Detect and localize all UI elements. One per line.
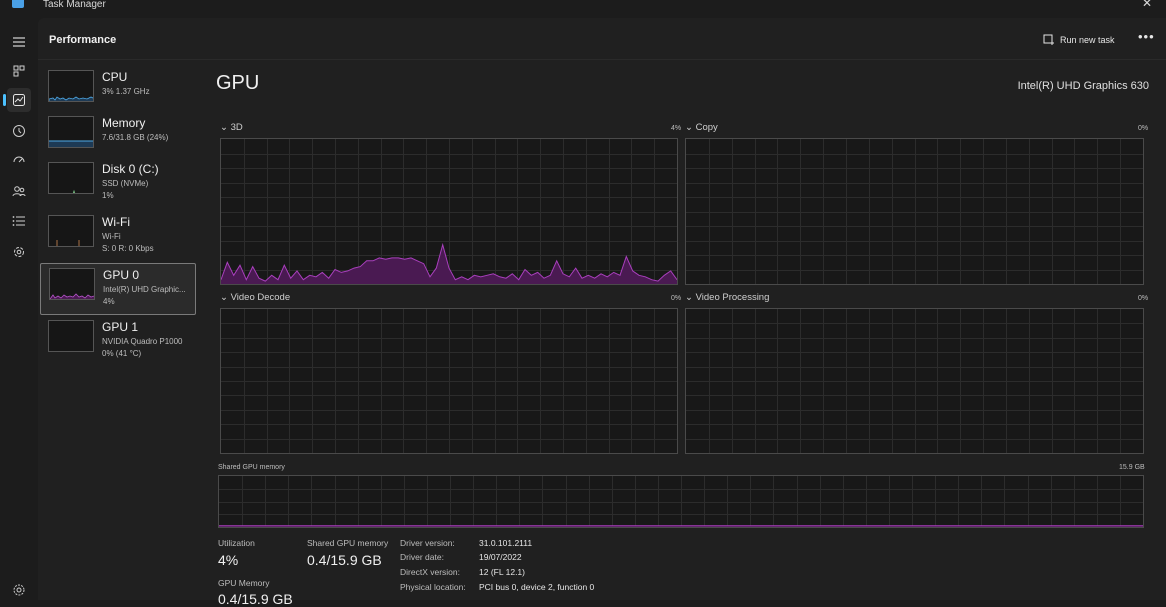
device-item-gpu1[interactable]: GPU 1 NVIDIA Quadro P1000 0% (41 °C)	[40, 316, 196, 368]
engine-selector-copy[interactable]: ⌄ Copy	[685, 122, 718, 133]
graph-video-decode	[220, 308, 678, 454]
device-detail-2: 4%	[103, 297, 115, 306]
wifi-thumbnail-graph	[48, 215, 94, 247]
graph-3d	[220, 138, 678, 285]
device-name: GPU 0	[103, 268, 140, 282]
run-task-icon	[1043, 34, 1054, 45]
page-header: Performance Run new task •••	[38, 18, 1166, 60]
detail-value: 12 (FL 12.1)	[479, 567, 525, 577]
engine-selector-3d[interactable]: ⌄ 3D	[220, 122, 243, 133]
details-icon[interactable]	[7, 209, 31, 233]
title-bar: Task Manager ✕	[0, 0, 1166, 18]
shared-memory-graph-max: 15.9 GB	[1119, 464, 1145, 471]
startup-apps-icon[interactable]	[7, 148, 31, 172]
main-panel: Performance Run new task ••• CPU 3% 1.37…	[38, 18, 1166, 607]
settings-gear-icon[interactable]	[7, 578, 31, 602]
graph-3d-svg	[221, 139, 677, 284]
device-item-wifi[interactable]: Wi-Fi Wi-Fi S: 0 R: 0 Kbps	[40, 211, 196, 263]
detail-key: Physical location:	[400, 582, 466, 592]
device-detail-2: 0% (41 °C)	[102, 349, 142, 358]
device-detail: SSD (NVMe)	[102, 179, 149, 188]
run-new-task-button[interactable]: Run new task	[1043, 31, 1115, 49]
gpu-memory-label: GPU Memory	[218, 578, 270, 588]
graph-video-decode-svg	[221, 309, 677, 453]
gpu-detail-pane: GPU Intel(R) UHD Graphics 630 ⌄ 3D 4% ⌄ …	[216, 60, 1166, 607]
chevron-down-icon: ⌄	[220, 122, 228, 133]
device-detail: Wi-Fi	[102, 232, 121, 241]
chevron-down-icon: ⌄	[685, 122, 693, 133]
users-icon[interactable]	[7, 179, 31, 203]
graph-shared-memory	[218, 475, 1144, 528]
graph-copy-svg	[686, 139, 1143, 284]
gpu-model-name: Intel(R) UHD Graphics 630	[1017, 80, 1149, 92]
device-item-gpu0[interactable]: GPU 0 Intel(R) UHD Graphic... 4%	[40, 263, 196, 315]
engine-label: Video Processing	[695, 292, 770, 303]
chevron-down-icon: ⌄	[685, 292, 693, 303]
shared-memory-value: 0.4/15.9 GB	[307, 552, 382, 568]
services-icon[interactable]	[7, 240, 31, 264]
engine-percent: 0%	[1138, 295, 1149, 302]
run-new-task-label: Run new task	[1060, 35, 1115, 45]
device-name: GPU 1	[102, 320, 139, 334]
graph-copy	[685, 138, 1144, 285]
page-title: Performance	[49, 34, 117, 46]
graph-video-processing-svg	[686, 309, 1143, 453]
gpu0-thumbnail-graph	[49, 268, 95, 300]
shared-memory-graph-label: Shared GPU memory	[218, 464, 285, 471]
memory-thumbnail-graph	[48, 116, 94, 148]
close-icon[interactable]: ✕	[1142, 0, 1152, 10]
device-item-disk0[interactable]: Disk 0 (C:) SSD (NVMe) 1%	[40, 158, 196, 210]
engine-label: Copy	[695, 122, 718, 133]
device-name: Wi-Fi	[102, 215, 130, 229]
engine-label: Video Decode	[230, 292, 291, 303]
utilization-label: Utilization	[218, 538, 255, 548]
detail-key: Driver version:	[400, 538, 455, 548]
device-detail-2: 1%	[102, 191, 114, 200]
engine-label: 3D	[230, 122, 243, 133]
processes-icon[interactable]	[7, 59, 31, 83]
device-name: Disk 0 (C:)	[102, 162, 159, 176]
device-detail: 7.6/31.8 GB (24%)	[102, 133, 169, 142]
window-title: Task Manager	[43, 0, 106, 10]
nav-rail	[0, 18, 38, 600]
graph-shared-memory-svg	[219, 476, 1143, 527]
device-name: Memory	[102, 116, 146, 130]
task-manager-icon	[12, 0, 24, 8]
device-item-cpu[interactable]: CPU 3% 1.37 GHz	[40, 66, 196, 118]
device-item-memory[interactable]: Memory 7.6/31.8 GB (24%)	[40, 112, 196, 164]
disk-thumbnail-graph	[48, 162, 94, 194]
cpu-thumbnail-graph	[48, 70, 94, 102]
shared-memory-label: Shared GPU memory	[307, 538, 389, 548]
gpu-memory-value: 0.4/15.9 GB	[218, 591, 293, 607]
engine-percent: 0%	[1138, 125, 1149, 132]
detail-key: Driver date:	[400, 552, 444, 562]
gpu1-thumbnail-graph	[48, 320, 94, 352]
detail-key: DirectX version:	[400, 567, 460, 577]
engine-percent: 4%	[671, 125, 682, 132]
chevron-down-icon: ⌄	[220, 292, 228, 303]
device-detail-2: S: 0 R: 0 Kbps	[102, 244, 154, 253]
device-detail: Intel(R) UHD Graphic...	[103, 285, 186, 294]
engine-selector-video-processing[interactable]: ⌄ Video Processing	[685, 292, 769, 303]
graph-video-processing	[685, 308, 1144, 454]
engine-selector-video-decode[interactable]: ⌄ Video Decode	[220, 292, 290, 303]
utilization-value: 4%	[218, 552, 239, 568]
engine-percent: 0%	[671, 295, 682, 302]
more-options-icon[interactable]: •••	[1138, 29, 1155, 44]
hamburger-menu-icon[interactable]	[7, 30, 31, 54]
device-name: CPU	[102, 70, 128, 84]
detail-value: PCI bus 0, device 2, function 0	[479, 582, 595, 592]
app-history-icon[interactable]	[7, 119, 31, 143]
device-detail: NVIDIA Quadro P1000	[102, 337, 183, 346]
detail-value: 31.0.101.2111	[479, 538, 533, 548]
detail-value: 19/07/2022	[479, 552, 522, 562]
device-detail: 3% 1.37 GHz	[102, 87, 150, 96]
performance-icon[interactable]	[3, 88, 31, 112]
gpu-heading: GPU	[216, 72, 260, 94]
